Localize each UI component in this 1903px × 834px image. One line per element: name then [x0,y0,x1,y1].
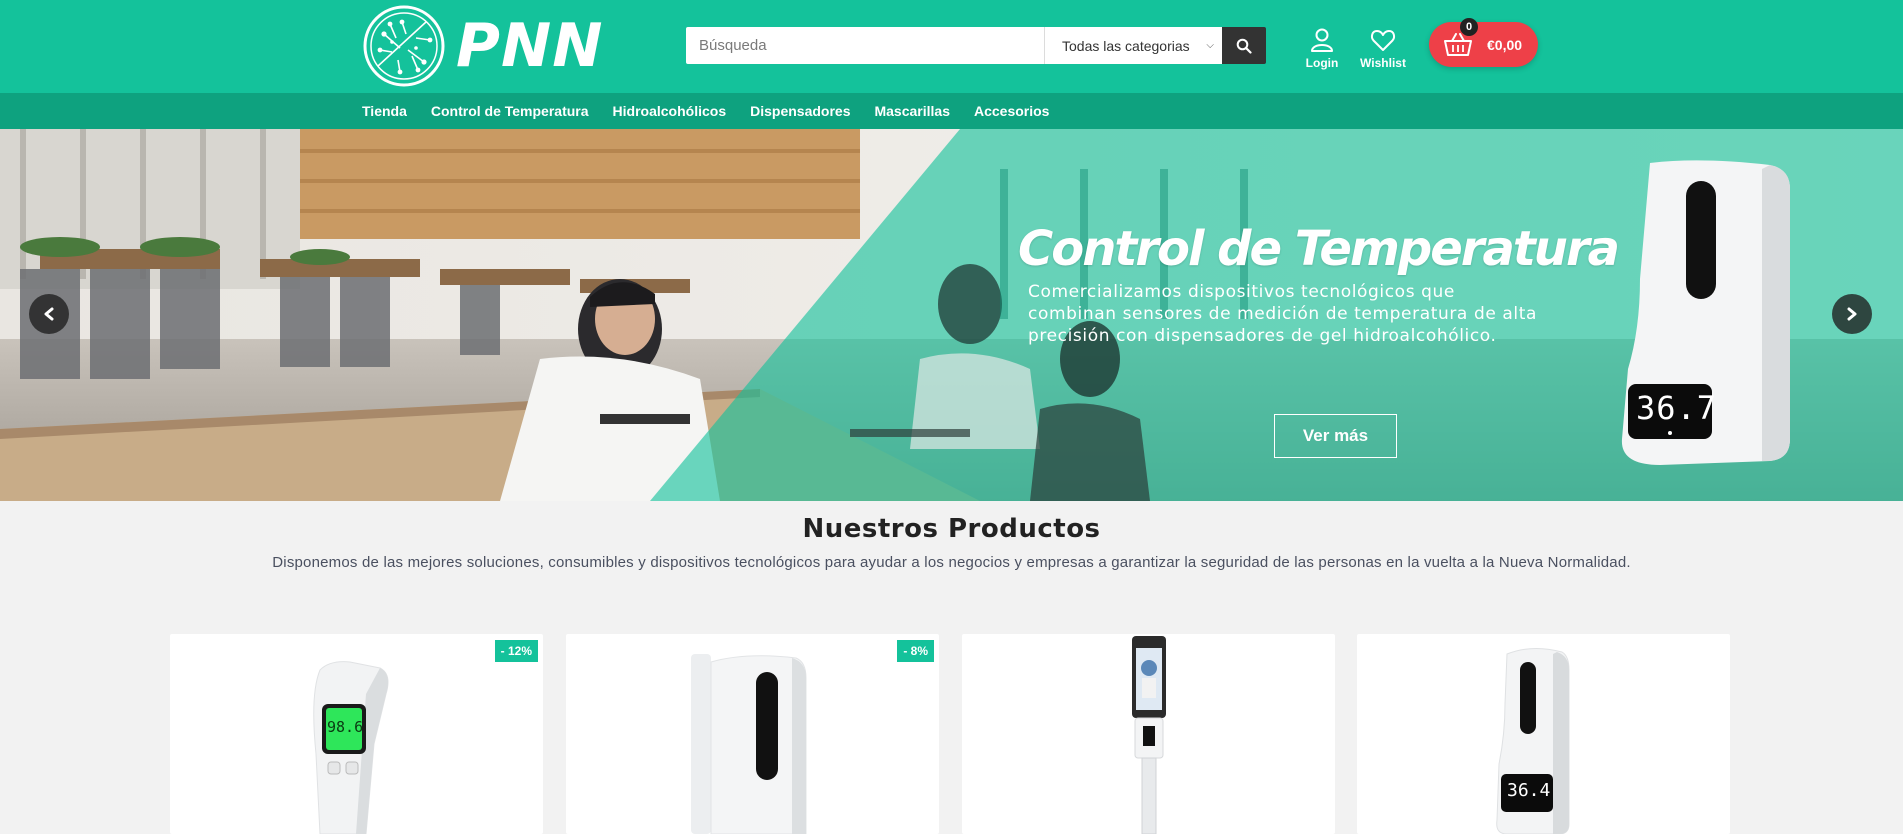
product-display-value: 36.4 [1507,780,1551,801]
heart-icon [1370,30,1396,51]
basket-icon [1444,32,1472,56]
product-card[interactable]: 98.6 - 12% [170,634,543,834]
hero-description: Comercializamos dispositivos tecnológico… [1028,282,1538,346]
chevron-right-icon [1847,307,1857,321]
cart-button[interactable]: 0 €0,00 [1429,18,1538,67]
product-display-value: 98.6 [327,718,364,736]
product-card[interactable] [962,634,1335,834]
site-logo[interactable]: PNN [362,4,603,88]
chevron-down-icon: ⌵ [1206,40,1214,51]
discount-badge: - 8% [897,640,934,662]
brand-name: PNN [456,11,604,81]
wishlist-label: Wishlist [1360,56,1406,70]
discount-badge: - 12% [494,640,538,662]
products-section-description: Disponemos de las mejores soluciones, co… [272,554,1631,571]
hero-slider: 36.7 Control de Temperatura Comercializa… [0,129,1903,501]
search-icon [1236,38,1252,54]
nav-item-accesorios[interactable]: Accesorios [974,103,1049,119]
main-nav: Tienda Control de Temperatura Hidroalcoh… [0,93,1903,129]
nav-items: Tienda Control de Temperatura Hidroalcoh… [362,93,1049,129]
hero-cta-button[interactable]: Ver más [1274,414,1397,458]
dispenser-product-image [691,654,807,834]
category-select-value: Todas las categorias [1062,37,1190,54]
login-link[interactable]: Login [1297,27,1347,70]
cart-count-badge: 0 [1460,18,1478,36]
login-label: Login [1305,56,1339,70]
nav-item-mascarillas[interactable]: Mascarillas [874,103,950,119]
nav-item-control-temperatura[interactable]: Control de Temperatura [431,103,589,119]
nav-item-dispensadores[interactable]: Dispensadores [750,103,850,119]
device-display-value: 36.7 [1636,389,1718,427]
cart-total: €0,00 [1487,36,1523,53]
nav-item-hidroalcoholicos[interactable]: Hidroalcohólicos [613,103,727,119]
kiosk-product-image [1132,636,1166,834]
chevron-left-icon [44,307,54,321]
wishlist-link[interactable]: Wishlist [1358,27,1408,70]
user-icon [1311,28,1333,52]
nav-item-tienda[interactable]: Tienda [362,103,407,119]
product-grid: 98.6 - 12% - 8% 36.4 [170,634,1732,834]
search-input[interactable] [686,27,1044,64]
product-card[interactable]: 36.4 [1357,634,1730,834]
products-section-title: Nuestros Productos [802,514,1101,544]
office-background-image [0,129,1903,501]
virus-logo-icon [363,5,445,87]
slider-next-button[interactable] [1832,294,1872,334]
category-select[interactable]: Todas las categorias ⌵ [1044,27,1222,64]
search-button[interactable] [1222,27,1266,64]
temp-dispenser-product-image [1496,648,1570,834]
hero-title: Control de Temperatura [1018,221,1620,277]
product-card[interactable]: - 8% [566,634,939,834]
site-header: PNN Todas las categorias ⌵ Login Wishlis… [0,0,1903,93]
slider-prev-button[interactable] [29,294,69,334]
search-bar: Todas las categorias ⌵ [686,27,1266,64]
